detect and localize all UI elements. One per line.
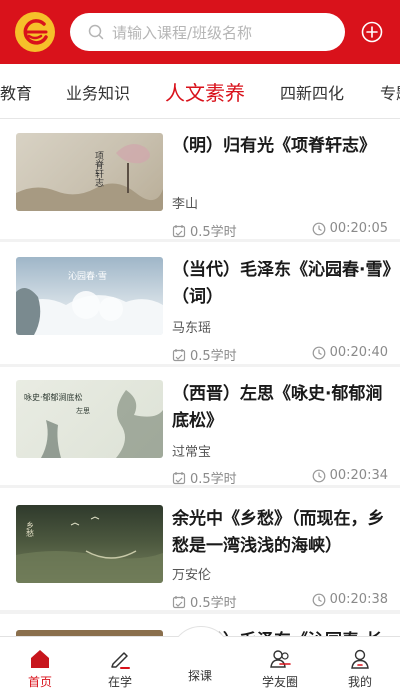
top-bar: 请输入课程/班级名称 <box>0 0 400 64</box>
course-title: 余光中《乡愁》（而现在，乡愁是一湾浅浅的海峡） <box>172 509 385 556</box>
course-thumbnail: 项脊轩志 <box>16 133 163 211</box>
clock-icon <box>312 346 326 359</box>
calendar-icon <box>172 595 186 608</box>
nav-profile-label: 我的 <box>347 675 372 689</box>
nav-friends[interactable]: 学友圈 <box>240 637 320 694</box>
pen-icon <box>111 652 130 669</box>
tab-special[interactable]: 专题 <box>380 80 400 104</box>
thumb-caption: 咏史·郁郁涧底松 <box>24 392 83 402</box>
search-input[interactable]: 请输入课程/班级名称 <box>70 13 345 51</box>
nav-profile[interactable]: 我的 <box>320 637 400 694</box>
search-placeholder: 请输入课程/班级名称 <box>112 24 253 42</box>
course-hours: 0.5学时 <box>190 472 237 487</box>
nav-explore-label: 探课 <box>187 669 212 683</box>
calendar-icon <box>172 224 186 237</box>
tab-humanities[interactable]: 人文素养 <box>165 77 245 106</box>
thumb-caption: 乡愁 <box>26 521 35 537</box>
course-card[interactable]: 沁园春·雪 （当代）毛泽东《沁园春·雪》（词） 马东瑶 0.5学时 00:20:… <box>0 242 400 364</box>
course-duration: 00:20:34 <box>329 468 388 483</box>
calendar-icon <box>172 471 186 484</box>
course-hours: 0.5学时 <box>190 225 237 240</box>
tab-four-new[interactable]: 四新四化 <box>280 80 344 104</box>
nav-learning-label: 在学 <box>107 675 132 689</box>
nav-learning[interactable]: 在学 <box>80 637 160 694</box>
course-card[interactable]: 咏史·郁郁涧底松 左思 （西晋）左思《咏史·郁郁涧底松》 过常宝 0.5学时 0… <box>0 367 400 487</box>
course-hours: 0.5学时 <box>190 596 237 611</box>
search-icon <box>88 24 104 40</box>
clock-icon <box>312 222 326 235</box>
calendar-icon <box>172 348 186 361</box>
user-icon <box>351 649 369 669</box>
course-title: （西晋）左思《咏史·郁郁涧底松》 <box>172 384 383 431</box>
friends-icon <box>270 650 291 668</box>
course-hours: 0.5学时 <box>190 349 237 364</box>
course-duration: 00:20:40 <box>329 345 388 360</box>
course-teacher: 马东瑶 <box>172 321 212 336</box>
category-tabs: 教育 业务知识 人文素养 四新四化 专题 <box>0 64 400 119</box>
tab-business-knowledge[interactable]: 业务知识 <box>66 80 130 104</box>
course-thumbnail: 咏史·郁郁涧底松 左思 <box>16 380 163 458</box>
course-duration: 00:20:38 <box>329 592 388 607</box>
course-thumbnail: 乡愁 <box>16 505 163 583</box>
nav-home-label: 首页 <box>27 675 52 689</box>
home-icon <box>31 650 49 668</box>
course-meta: 0.5学时 00:20:40 <box>172 345 388 364</box>
nav-friends-label: 学友圈 <box>261 675 298 689</box>
app-logo <box>15 12 55 52</box>
thumb-caption: 左思 <box>76 406 90 415</box>
clock-icon <box>312 469 326 482</box>
course-duration: 00:20:05 <box>329 221 388 236</box>
clock-icon <box>312 593 326 606</box>
course-teacher: 过常宝 <box>172 445 212 460</box>
course-card[interactable]: 乡愁 余光中《乡愁》（而现在，乡愁是一湾浅浅的海峡） 万安伦 0.5学时 00:… <box>0 488 400 611</box>
course-card[interactable]: 项脊轩志 （明）归有光《项脊轩志》 李山 0.5学时 00:20:05 <box>0 119 400 240</box>
thumb-caption: 沁园春·雪 <box>68 270 107 282</box>
course-meta: 0.5学时 00:20:34 <box>172 468 388 487</box>
nav-explore-base <box>164 637 236 693</box>
add-icon[interactable] <box>361 21 383 43</box>
course-thumbnail: 沁园春·雪 <box>16 257 163 335</box>
thumb-caption: 项脊轩志 <box>93 151 104 187</box>
course-meta: 0.5学时 00:20:05 <box>172 221 388 240</box>
course-title: （明）归有光《项脊轩志》 <box>172 136 376 156</box>
course-teacher: 李山 <box>172 197 199 212</box>
tab-education[interactable]: 教育 <box>0 80 32 104</box>
nav-home[interactable]: 首页 <box>0 637 80 694</box>
course-meta: 0.5学时 00:20:38 <box>172 592 388 611</box>
course-teacher: 万安伦 <box>172 568 212 583</box>
course-title: （当代）毛泽东《沁园春·雪》（词） <box>172 260 391 307</box>
